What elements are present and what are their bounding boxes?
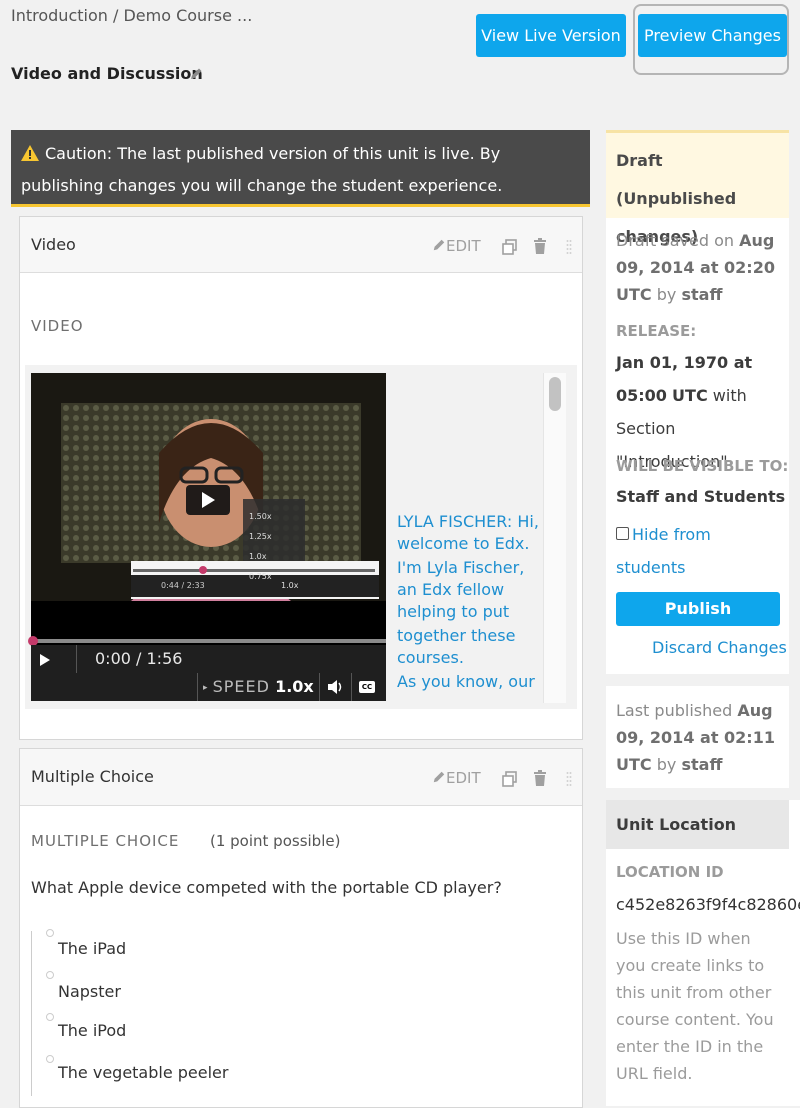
section-label: MULTIPLE CHOICE bbox=[31, 832, 180, 850]
transcript-line[interactable]: LYLA FISCHER: Hi, welcome to Edx. bbox=[397, 511, 543, 555]
published-by: by bbox=[656, 755, 677, 774]
release-label: RELEASE: bbox=[616, 322, 697, 340]
view-live-button[interactable]: View Live Version bbox=[476, 14, 626, 57]
drag-handle-icon[interactable] bbox=[566, 239, 572, 255]
pencil-icon[interactable] bbox=[188, 66, 204, 82]
caution-banner: Caution: The last published version of t… bbox=[11, 130, 590, 207]
video-progress-track[interactable] bbox=[31, 639, 386, 643]
draft-prefix: Draft saved on bbox=[616, 231, 735, 250]
video-component: Video EDIT VIDEO 1.50x 1.25x 1.0x 0.75x … bbox=[19, 216, 583, 740]
status-header: Draft (Unpublished changes) bbox=[606, 130, 789, 246]
warning-icon bbox=[21, 145, 39, 161]
choice-label[interactable]: The iPad bbox=[58, 939, 126, 958]
checkbox-icon[interactable] bbox=[616, 527, 629, 540]
duplicate-icon[interactable] bbox=[502, 771, 518, 787]
inner-speed-option: 1.0x bbox=[249, 552, 267, 561]
radio-option[interactable] bbox=[46, 929, 54, 937]
trash-icon[interactable] bbox=[533, 238, 547, 254]
question-text: What Apple device competed with the port… bbox=[31, 878, 502, 897]
edit-label: EDIT bbox=[446, 237, 481, 255]
location-title: Unit Location bbox=[616, 815, 737, 834]
drag-handle-icon[interactable] bbox=[566, 771, 572, 787]
duplicate-icon[interactable] bbox=[502, 239, 518, 255]
trash-icon[interactable] bbox=[533, 770, 547, 786]
inner-speed-option: 1.25x bbox=[249, 532, 272, 541]
transcript-line[interactable]: together these courses. bbox=[397, 625, 543, 669]
speed-caret: ▸ bbox=[203, 683, 208, 693]
caution-text: Caution: The last published version of t… bbox=[21, 144, 503, 195]
radio-option[interactable] bbox=[46, 1013, 54, 1021]
hide-from-students[interactable]: Hide from students bbox=[616, 518, 784, 584]
draft-user: staff bbox=[681, 285, 723, 304]
last-published-panel: Last published Aug 09, 2014 at 02:11 UTC… bbox=[606, 686, 789, 788]
inner-speed-option: 1.50x bbox=[249, 512, 272, 521]
location-header: Unit Location bbox=[606, 800, 789, 849]
points-possible: (1 point possible) bbox=[210, 832, 341, 850]
breadcrumb[interactable]: Introduction / Demo Course ... bbox=[11, 6, 252, 25]
location-id[interactable]: c452e8263f9f4c82860ed bbox=[616, 895, 800, 914]
edit-pencil-icon bbox=[433, 771, 445, 783]
hide-label[interactable]: Hide from students bbox=[616, 525, 711, 577]
speed-value: 1.0x bbox=[275, 677, 314, 696]
multiple-choice-component: Multiple Choice EDIT MULTIPLE CHOICE (1 … bbox=[19, 748, 583, 1108]
volume-icon[interactable] bbox=[328, 680, 344, 694]
scrollbar-thumb[interactable] bbox=[549, 377, 561, 411]
radio-option[interactable] bbox=[46, 971, 54, 979]
video-controls: 0:00 / 1:56 ▸ SPEED 1.0x CC bbox=[31, 645, 386, 701]
release-utc: UTC bbox=[672, 386, 708, 405]
transcript: LYLA FISCHER: Hi, welcome to Edx. I'm Ly… bbox=[397, 511, 543, 709]
edit-pencil-icon bbox=[433, 239, 445, 251]
visible-value: Staff and Students bbox=[616, 487, 786, 506]
choice-label[interactable]: Napster bbox=[58, 982, 121, 1001]
component-title: Multiple Choice bbox=[31, 767, 154, 786]
publish-status-panel: Draft (Unpublished changes) Draft saved … bbox=[606, 130, 789, 674]
edit-button[interactable]: EDIT bbox=[432, 769, 481, 787]
visible-label: WILL BE VISIBLE TO: bbox=[616, 457, 789, 475]
choices-rule bbox=[31, 931, 32, 1096]
publish-button[interactable]: Publish bbox=[616, 592, 780, 626]
speed-control[interactable]: ▸ SPEED 1.0x bbox=[203, 677, 314, 696]
edit-button[interactable]: EDIT bbox=[432, 237, 481, 255]
discard-changes-link[interactable]: Discard Changes bbox=[652, 638, 787, 657]
published-prefix: Last published bbox=[616, 701, 733, 720]
unit-title: Video and Discussion bbox=[11, 64, 203, 83]
draft-info: Draft saved on Aug 09, 2014 at 02:20 UTC… bbox=[616, 227, 784, 308]
inner-speed: 1.0x bbox=[281, 581, 299, 590]
published-utc: UTC bbox=[616, 755, 652, 774]
transcript-line[interactable]: As you know, our bbox=[397, 671, 543, 693]
choice-label[interactable]: The iPod bbox=[58, 1021, 126, 1040]
speed-label: SPEED bbox=[212, 677, 270, 696]
component-header: Multiple Choice EDIT bbox=[20, 749, 582, 806]
transcript-line[interactable]: I'm Lyla Fischer, an Edx fellow helping … bbox=[397, 557, 543, 623]
location-help: Use this ID when you create links to thi… bbox=[616, 929, 774, 1083]
cc-icon[interactable]: CC bbox=[359, 681, 375, 693]
published-info: Last published Aug 09, 2014 at 02:11 UTC… bbox=[616, 697, 784, 778]
draft-by: by bbox=[656, 285, 677, 304]
inner-speed-menu: 1.50x 1.25x 1.0x 0.75x bbox=[249, 507, 272, 587]
section-label: VIDEO bbox=[31, 317, 84, 335]
video-time: 0:00 / 1:56 bbox=[95, 649, 183, 668]
component-header: Video EDIT bbox=[20, 217, 582, 273]
video-area: 1.50x 1.25x 1.0x 0.75x 0:44 / 2:33 1.0x … bbox=[25, 365, 577, 709]
video-player[interactable]: 1.50x 1.25x 1.0x 0.75x 0:44 / 2:33 1.0x … bbox=[28, 373, 386, 701]
preview-changes-button[interactable]: Preview Changes bbox=[638, 14, 787, 57]
location-id-label: LOCATION ID bbox=[616, 863, 724, 881]
edit-label: EDIT bbox=[446, 769, 481, 787]
component-title: Video bbox=[31, 235, 76, 254]
play-icon[interactable] bbox=[40, 654, 50, 666]
inner-time: 0:44 / 2:33 bbox=[161, 581, 205, 590]
video-frame bbox=[31, 373, 386, 601]
choice-label[interactable]: The vegetable peeler bbox=[58, 1063, 228, 1082]
inner-speed-option: 0.75x bbox=[249, 572, 272, 581]
draft-utc: UTC bbox=[616, 285, 652, 304]
radio-option[interactable] bbox=[46, 1055, 54, 1063]
published-user: staff bbox=[681, 755, 723, 774]
transcript-scrollbar[interactable] bbox=[543, 373, 566, 703]
unit-location-panel: Unit Location LOCATION ID c452e8263f9f4c… bbox=[606, 800, 800, 1106]
